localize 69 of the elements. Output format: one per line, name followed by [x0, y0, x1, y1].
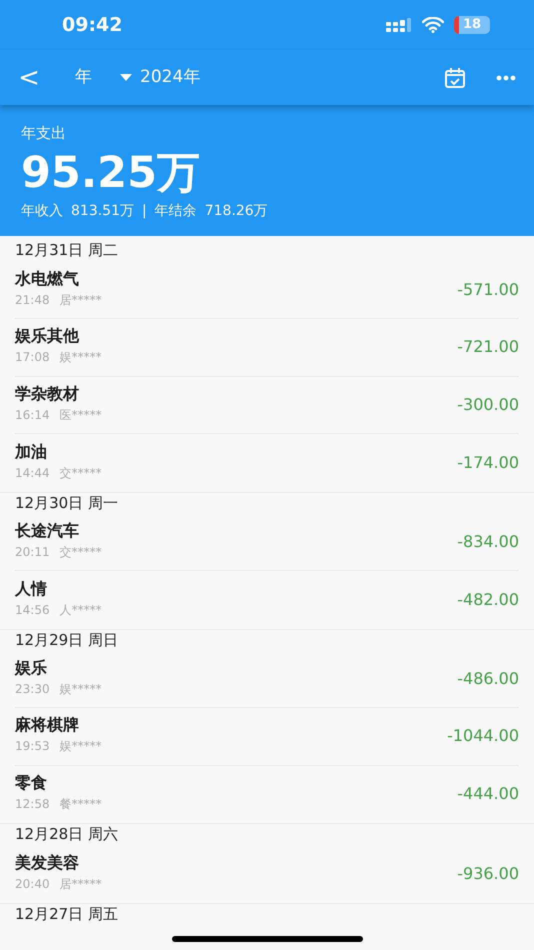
amount: -936.00	[457, 862, 519, 885]
amount: -486.00	[457, 668, 519, 690]
income-label: 年收入	[21, 202, 63, 220]
transaction-time: 14:56	[15, 602, 50, 619]
caret-icon	[120, 74, 132, 81]
transaction-note: 娱*****	[60, 680, 102, 698]
more-icon[interactable]	[496, 74, 516, 80]
transaction-row[interactable]: 人情 14:56 人***** -482.00	[15, 571, 519, 628]
date-header: 12月28日 周六	[0, 823, 534, 845]
category-name: 人情	[15, 578, 48, 600]
category-name: 美发美容	[15, 852, 80, 874]
category-name: 零食	[15, 772, 48, 794]
transaction-time: 14:44	[15, 464, 50, 482]
transaction-row[interactable]: 美发美容 20:40 居***** -936.00	[15, 845, 519, 902]
transaction-time: 12:58	[15, 796, 50, 814]
transaction-row[interactable]: 麻将棋牌 19:53 娱***** -1044.00	[15, 708, 519, 766]
transaction-note: 居*****	[60, 292, 102, 309]
signal-icon	[386, 18, 412, 32]
transaction-time: 23:30	[15, 680, 50, 698]
amount: -444.00	[457, 783, 519, 806]
category-name: 娱乐	[15, 656, 48, 679]
income-amount: 813.51万	[71, 202, 134, 220]
transaction-note: 交*****	[60, 544, 102, 561]
transaction-note: 娱*****	[60, 349, 102, 366]
amount: -834.00	[457, 530, 519, 553]
category-name: 学杂教材	[15, 382, 80, 405]
amount: -482.00	[457, 588, 519, 611]
transaction-note: 交*****	[60, 464, 102, 482]
transaction-note: 餐*****	[60, 796, 102, 814]
amount: -1044.00	[447, 725, 519, 748]
transaction-time: 17:08	[15, 349, 50, 366]
category-name: 娱乐其他	[15, 325, 80, 348]
transaction-row[interactable]: 加油 14:44 交***** -174.00	[15, 434, 519, 492]
total-amount: 95.25万	[21, 146, 202, 200]
transaction-time: 21:48	[15, 292, 50, 309]
summary-label: 年支出	[21, 123, 67, 144]
balance-amount: 718.26万	[204, 202, 268, 220]
category-name: 水电燃气	[15, 268, 80, 290]
amount: -721.00	[457, 336, 519, 358]
category-name: 加油	[15, 440, 48, 463]
transaction-note: 医*****	[60, 406, 102, 424]
amount: -571.00	[457, 278, 519, 301]
date-header: 12月31日 周二	[14, 240, 119, 262]
transaction-time: 20:40	[15, 876, 50, 893]
transaction-row[interactable]: 娱乐其他 17:08 娱***** -721.00	[15, 319, 519, 376]
wifi-icon	[422, 17, 444, 33]
calendar-icon[interactable]	[444, 66, 466, 88]
transaction-time: 20:11	[15, 544, 50, 561]
date-header: 12月29日 周日	[0, 628, 534, 650]
date-header: 12月27日 周五	[0, 902, 534, 924]
separator: |	[142, 202, 147, 220]
date-header: 12月30日 周一	[0, 492, 534, 514]
transaction-note: 人*****	[60, 602, 102, 619]
transaction-time: 16:14	[15, 406, 50, 424]
transaction-row[interactable]: 娱乐 23:30 娱***** -486.00	[15, 650, 519, 708]
transaction-note: 娱*****	[60, 738, 102, 756]
transaction-note: 居*****	[60, 876, 102, 893]
transaction-row[interactable]: 零食 12:58 餐***** -444.00	[15, 766, 519, 823]
balance-label: 年结余	[154, 202, 197, 220]
transaction-time: 19:53	[15, 738, 50, 756]
transaction-row[interactable]: 长途汽车 20:11 交***** -834.00	[15, 514, 519, 571]
amount: -174.00	[457, 452, 519, 474]
category-name: 长途汽车	[15, 520, 80, 542]
transaction-row[interactable]: 水电燃气 21:48 居***** -571.00	[15, 262, 519, 319]
amount: -300.00	[457, 394, 519, 416]
transaction-row[interactable]: 学杂教材 16:14 医***** -300.00	[15, 376, 519, 434]
category-name: 麻将棋牌	[15, 714, 80, 736]
battery-icon: 18	[454, 16, 490, 34]
status-time: 09:42	[62, 12, 122, 38]
